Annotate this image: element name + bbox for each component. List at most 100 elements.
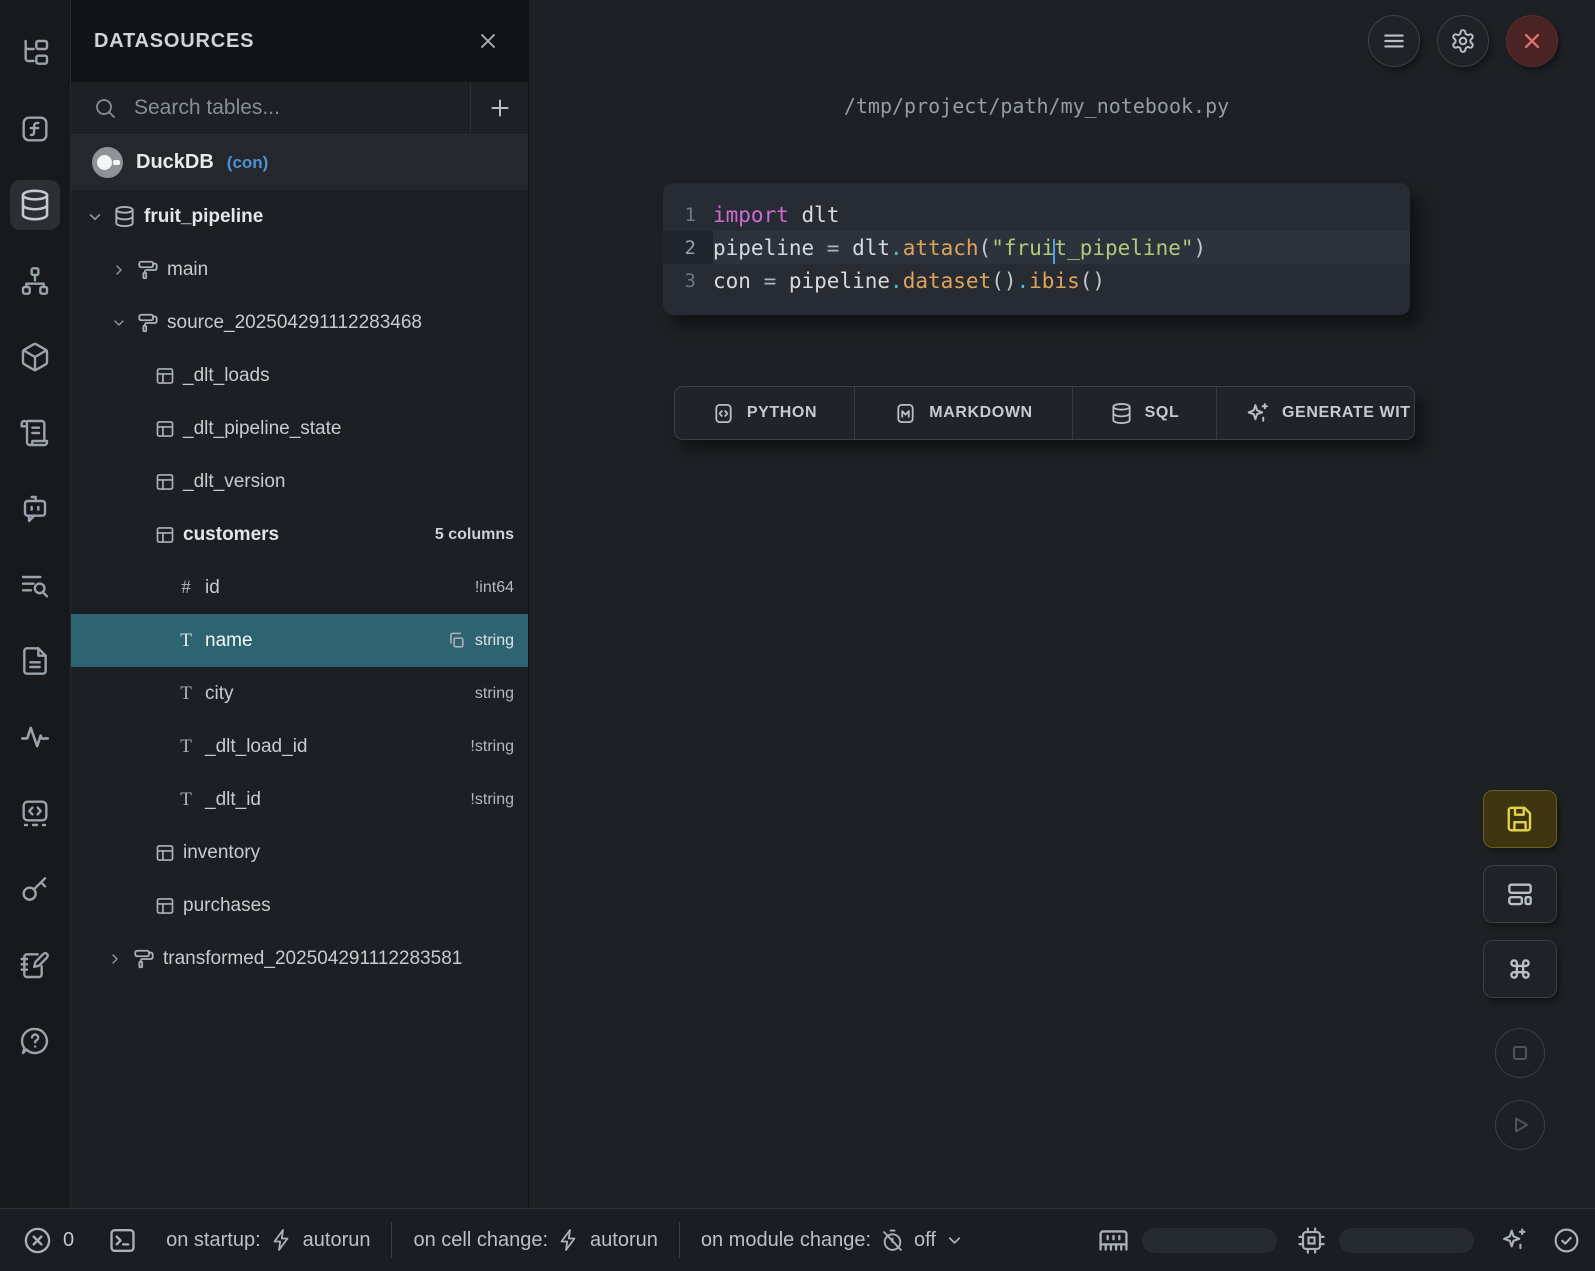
search-tables-input[interactable] — [134, 96, 414, 120]
tree-row-column[interactable]: T _dlt_id !string — [71, 773, 528, 826]
tree-row-schema[interactable]: main — [71, 243, 528, 296]
tree-row-table[interactable]: _dlt_loads — [71, 349, 528, 402]
error-count: 0 — [63, 1229, 74, 1252]
add-datasource-button[interactable] — [470, 82, 528, 134]
gear-icon — [1450, 28, 1476, 54]
search-row — [71, 82, 528, 135]
schema-icon — [137, 312, 159, 334]
on-module-change-setting[interactable]: on module change: off — [701, 1228, 964, 1253]
panel-header: DATASOURCES — [71, 0, 528, 82]
zap-icon — [557, 1228, 581, 1252]
stop-button[interactable] — [1495, 1028, 1545, 1078]
logs-icon[interactable] — [10, 408, 60, 458]
help-icon[interactable] — [10, 1016, 60, 1066]
terminal-icon[interactable] — [107, 1225, 138, 1256]
panel-title: DATASOURCES — [94, 30, 254, 53]
database-icon — [1110, 402, 1133, 425]
cpu-icon — [1297, 1226, 1326, 1255]
line-number: 2 — [663, 231, 713, 264]
snippets-icon[interactable] — [10, 636, 60, 686]
tree-row-table[interactable]: _dlt_pipeline_state — [71, 402, 528, 455]
tree-row-schema[interactable]: transformed_202504291112283581 — [71, 932, 528, 985]
datasources-icon[interactable] — [10, 180, 60, 230]
chevron-down-icon — [109, 315, 129, 331]
sparkles-icon[interactable] — [1500, 1226, 1528, 1254]
zap-icon — [270, 1228, 294, 1252]
on-cell-change-setting[interactable]: on cell change: autorun — [413, 1228, 657, 1252]
code-line: 3 con = pipeline.dataset().ibis() — [663, 264, 1410, 297]
ram-icon — [1098, 1225, 1129, 1256]
text-column-icon: T — [175, 683, 197, 705]
table-icon — [155, 472, 175, 492]
table-icon — [155, 419, 175, 439]
layout-toggle-button[interactable] — [1483, 865, 1557, 923]
keyboard-shortcuts-button[interactable] — [1483, 940, 1557, 998]
tree-row-column[interactable]: # id !int64 — [71, 561, 528, 614]
divider — [391, 1222, 392, 1258]
code-cell[interactable]: 1 import dlt 2 pipeline = dlt.attach("fr… — [663, 183, 1410, 315]
tree-row-database[interactable]: fruit_pipeline — [71, 190, 528, 243]
tree-row-table[interactable]: inventory — [71, 826, 528, 879]
run-button[interactable] — [1495, 1100, 1545, 1150]
shutdown-button[interactable] — [1506, 15, 1558, 67]
search-logs-icon[interactable] — [10, 560, 60, 610]
markdown-square-icon — [894, 402, 917, 425]
tree-row-column-selected[interactable]: T name string — [71, 614, 528, 667]
errors-icon[interactable] — [22, 1225, 53, 1256]
add-markdown-cell-button[interactable]: MARKDOWN — [855, 387, 1073, 439]
chevron-down-icon — [945, 1231, 964, 1250]
functions-icon[interactable] — [10, 104, 60, 154]
layout-icon — [1505, 879, 1535, 909]
code-square-icon — [712, 402, 735, 425]
scratchpad-icon[interactable] — [10, 940, 60, 990]
command-icon — [1505, 954, 1535, 984]
text-column-icon: T — [175, 789, 197, 811]
tree-row-table[interactable]: purchases — [71, 879, 528, 932]
table-icon — [155, 525, 175, 545]
ai-chat-bot-icon[interactable] — [10, 484, 60, 534]
tree-row-table-customers[interactable]: customers 5 columns — [71, 508, 528, 561]
column-type: !int64 — [475, 579, 514, 597]
tree-row-column[interactable]: T city string — [71, 667, 528, 720]
copy-icon[interactable] — [447, 631, 466, 650]
packages-icon[interactable] — [10, 332, 60, 382]
tree-row-column[interactable]: T _dlt_load_id !string — [71, 720, 528, 773]
file-tree-icon[interactable] — [10, 28, 60, 78]
schema-icon — [133, 948, 155, 970]
divider — [679, 1222, 680, 1258]
tree-row-table[interactable]: _dlt_version — [71, 455, 528, 508]
connection-status-icon[interactable] — [1552, 1226, 1581, 1255]
dependencies-icon[interactable] — [10, 256, 60, 306]
status-bar: 0 on startup: autorun on cell change: au… — [0, 1208, 1595, 1271]
engine-connection-badge: (con) — [227, 153, 269, 173]
add-python-cell-button[interactable]: PYTHON — [675, 387, 855, 439]
engine-row[interactable]: DuckDB (con) — [71, 135, 528, 190]
table-icon — [155, 896, 175, 916]
code-cell-icon[interactable] — [10, 788, 60, 838]
generate-with-ai-button[interactable]: GENERATE WIT — [1217, 387, 1414, 439]
code-line: 1 import dlt — [663, 198, 1410, 231]
engine-name: DuckDB — [136, 151, 214, 174]
close-panel-icon[interactable] — [474, 27, 502, 55]
search-box[interactable] — [71, 82, 470, 134]
runtime-activity-icon[interactable] — [10, 712, 60, 762]
left-icon-rail — [0, 0, 71, 1208]
line-number: 1 — [663, 198, 713, 231]
settings-button[interactable] — [1437, 15, 1489, 67]
secrets-key-icon[interactable] — [10, 864, 60, 914]
search-icon — [93, 96, 117, 120]
menu-icon — [1381, 28, 1407, 54]
close-icon — [1519, 28, 1545, 54]
text-column-icon: T — [175, 736, 197, 758]
code-line-active: 2 pipeline = dlt.attach("fruit_pipeline"… — [663, 231, 1410, 264]
line-number: 3 — [663, 264, 713, 297]
column-type: string — [475, 632, 514, 650]
timer-off-icon — [880, 1228, 905, 1253]
save-icon — [1505, 804, 1535, 834]
menu-button[interactable] — [1368, 15, 1420, 67]
add-sql-cell-button[interactable]: SQL — [1073, 387, 1217, 439]
tree-row-schema[interactable]: source_202504291112283468 — [71, 296, 528, 349]
save-button[interactable] — [1483, 790, 1557, 848]
datasource-tree: fruit_pipeline main source_2025042911122… — [71, 190, 528, 985]
on-startup-setting[interactable]: on startup: autorun — [166, 1228, 370, 1252]
